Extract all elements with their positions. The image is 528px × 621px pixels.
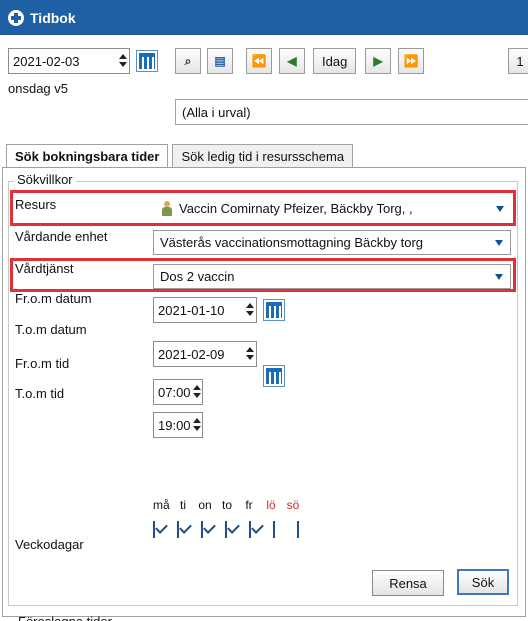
date-value: 2021-02-03 (13, 53, 80, 69)
next-week-button[interactable]: ⏩ (398, 48, 424, 74)
enhet-label: Vårdande enhet (15, 229, 108, 244)
weekday-label-lö: lö (266, 498, 276, 512)
weekday-checkbox-to[interactable] (225, 521, 227, 538)
weekday-label-on: on (198, 498, 212, 512)
search-button-label: Sök (471, 574, 495, 590)
enhet-value: Västerås vaccinationsmottagning Bäckby t… (160, 235, 424, 250)
from-time-value: 07:00 (158, 384, 191, 400)
resurs-select[interactable]: Vaccin Comirnaty Pfeizer, Bäckby Torg, , (155, 196, 511, 221)
to-date-label: T.o.m datum (15, 322, 87, 337)
resurs-value: Vaccin Comirnaty Pfeizer, Bäckby Torg, , (179, 201, 413, 216)
tab-label: Sök bokningsbara tider (15, 149, 160, 164)
binoculars-search-button[interactable]: ⌕ (175, 48, 201, 74)
weekday-checkbox-ti[interactable] (177, 521, 179, 538)
weekday-label: onsdag v5 (8, 81, 68, 96)
to-time-spinner[interactable]: 19:00 (153, 412, 203, 438)
weekday-label-to: to (221, 498, 232, 512)
spinner-arrows-icon[interactable] (191, 415, 202, 435)
print-button[interactable]: ▤ (207, 48, 233, 74)
spinner-arrows-icon[interactable] (191, 382, 202, 402)
weekday-checkbox-lö[interactable] (273, 521, 275, 538)
from-time-spinner[interactable]: 07:00 (153, 379, 203, 405)
extra-button[interactable]: 1 (508, 48, 528, 74)
filter-value: (Alla i urval) (182, 105, 251, 120)
tab-search-free-time[interactable]: Sök ledig tid i resursschema (172, 144, 354, 168)
print-icon: ▤ (214, 54, 226, 68)
weekday-selector: må ti on to fr lö sö (153, 498, 373, 544)
next-day-button[interactable]: ▶ (365, 48, 391, 74)
weekday-label-må: må (153, 498, 170, 512)
weekday-label-ti: ti (180, 498, 186, 512)
previous-day-button[interactable]: ◀ (279, 48, 305, 74)
resurs-label: Resurs (15, 197, 57, 212)
search-button[interactable]: Sök (457, 569, 509, 595)
weekday-checkbox-on[interactable] (201, 521, 203, 538)
weekday-checkbox-sö[interactable] (297, 521, 299, 538)
chevron-down-icon (495, 239, 503, 246)
title-bar: Tidbok (0, 0, 528, 35)
from-date-spinner[interactable]: 2021-01-10 (153, 297, 257, 323)
suggested-times-title: Föreslagna tider (18, 614, 112, 621)
calendar-icon[interactable] (136, 50, 158, 72)
binoculars-icon: ⌕ (184, 53, 192, 68)
tab-bar: Sök bokningsbara tider Sök ledig tid i r… (6, 144, 357, 168)
filter-field[interactable]: (Alla i urval) (175, 99, 528, 125)
enhet-select[interactable]: Västerås vaccinationsmottagning Bäckby t… (153, 230, 511, 255)
from-time-label: Fr.o.m tid (15, 356, 70, 371)
double-left-arrow-icon: ⏪ (251, 54, 267, 68)
chevron-down-icon (495, 273, 503, 280)
tab-label: Sök ledig tid i resursschema (181, 149, 345, 164)
double-right-arrow-icon: ⏩ (403, 54, 419, 68)
extra-button-label: 1 (516, 53, 524, 69)
to-date-value: 2021-02-09 (158, 346, 225, 362)
to-time-label: T.o.m tid (15, 386, 65, 401)
weekday-checkbox-fr[interactable] (249, 521, 251, 538)
clear-button-label: Rensa (389, 575, 427, 591)
calendar-icon[interactable] (263, 299, 285, 321)
weekday-checkbox-må[interactable] (153, 521, 155, 538)
spinner-arrows-icon[interactable] (244, 300, 256, 320)
weekday-label-sö: sö (286, 498, 300, 512)
tjanst-select[interactable]: Dos 2 vaccin (153, 264, 511, 289)
from-date-label: Fr.o.m datum (15, 291, 92, 303)
tjanst-label: Vårdtjänst (15, 261, 74, 276)
weekdays-label: Veckodagar (15, 537, 84, 552)
person-icon (161, 201, 173, 216)
tjanst-value: Dos 2 vaccin (160, 269, 235, 284)
tab-search-bookable[interactable]: Sök bokningsbara tider (6, 144, 169, 168)
left-arrow-icon: ◀ (287, 54, 297, 68)
right-arrow-icon: ▶ (373, 54, 383, 68)
clear-button[interactable]: Rensa (372, 570, 444, 596)
calendar-icon[interactable] (263, 365, 285, 387)
today-button[interactable]: Idag (313, 48, 357, 74)
from-date-value: 2021-01-10 (158, 302, 225, 318)
spinner-arrows-icon[interactable] (244, 344, 256, 364)
previous-week-button[interactable]: ⏪ (246, 48, 272, 74)
date-spinner[interactable]: 2021-02-03 (8, 48, 130, 74)
window-title: Tidbok (30, 9, 76, 26)
weekday-label-fr: fr (245, 498, 253, 512)
to-time-value: 19:00 (158, 417, 191, 433)
to-date-spinner[interactable]: 2021-02-09 (153, 341, 257, 367)
group-legend: Sökvillkor (14, 172, 76, 187)
chevron-down-icon (496, 205, 504, 212)
spinner-arrows-icon[interactable] (117, 51, 129, 71)
today-label: Idag (322, 53, 348, 69)
app-logo-icon (8, 9, 24, 26)
